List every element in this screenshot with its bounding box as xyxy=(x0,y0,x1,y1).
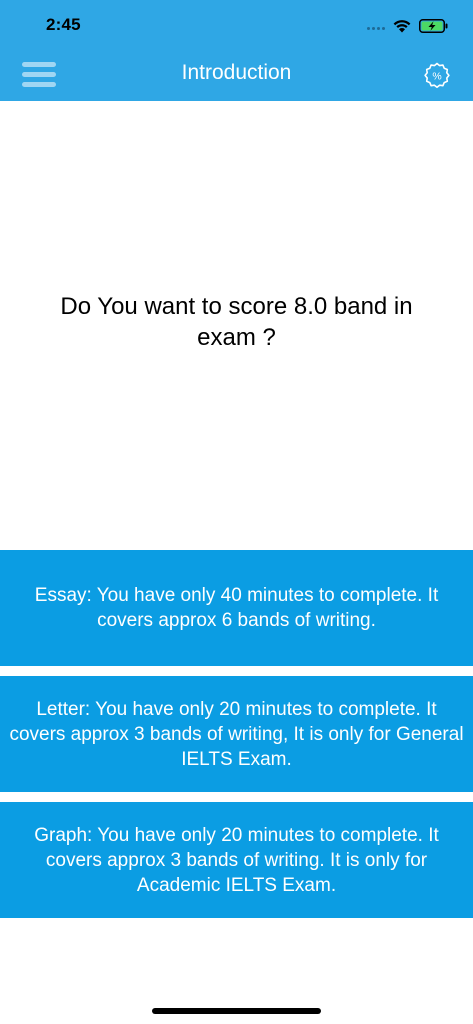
letter-info-card[interactable]: Letter: You have only 20 minutes to comp… xyxy=(0,676,473,792)
letter-info-text: Letter: You have only 20 minutes to comp… xyxy=(9,698,464,770)
graph-info-card[interactable]: Graph: You have only 20 minutes to compl… xyxy=(0,802,473,918)
status-time: 2:45 xyxy=(46,15,81,34)
essay-info-text: Essay: You have only 40 minutes to compl… xyxy=(34,585,439,631)
essay-info-card[interactable]: Essay: You have only 40 minutes to compl… xyxy=(0,550,473,666)
home-indicator[interactable] xyxy=(152,1008,321,1014)
battery-charging-icon xyxy=(419,19,448,33)
status-bar: 2:45 xyxy=(0,0,473,50)
promo-headline: Do You want to score 8.0 band in exam ? xyxy=(60,293,413,351)
wifi-icon xyxy=(393,20,411,33)
top-bar: 2:45 Introduction % xyxy=(0,0,473,101)
navigation-bar: Introduction % xyxy=(0,50,473,101)
discount-badge-icon[interactable]: % xyxy=(423,62,451,90)
app-screen: 2:45 Introduction % Do You want to score… xyxy=(0,0,473,1024)
discount-glyph: % xyxy=(432,71,441,83)
graph-info-text: Graph: You have only 20 minutes to compl… xyxy=(34,824,439,896)
cellular-signal-icon xyxy=(367,27,385,31)
page-title: Introduction xyxy=(181,61,292,84)
